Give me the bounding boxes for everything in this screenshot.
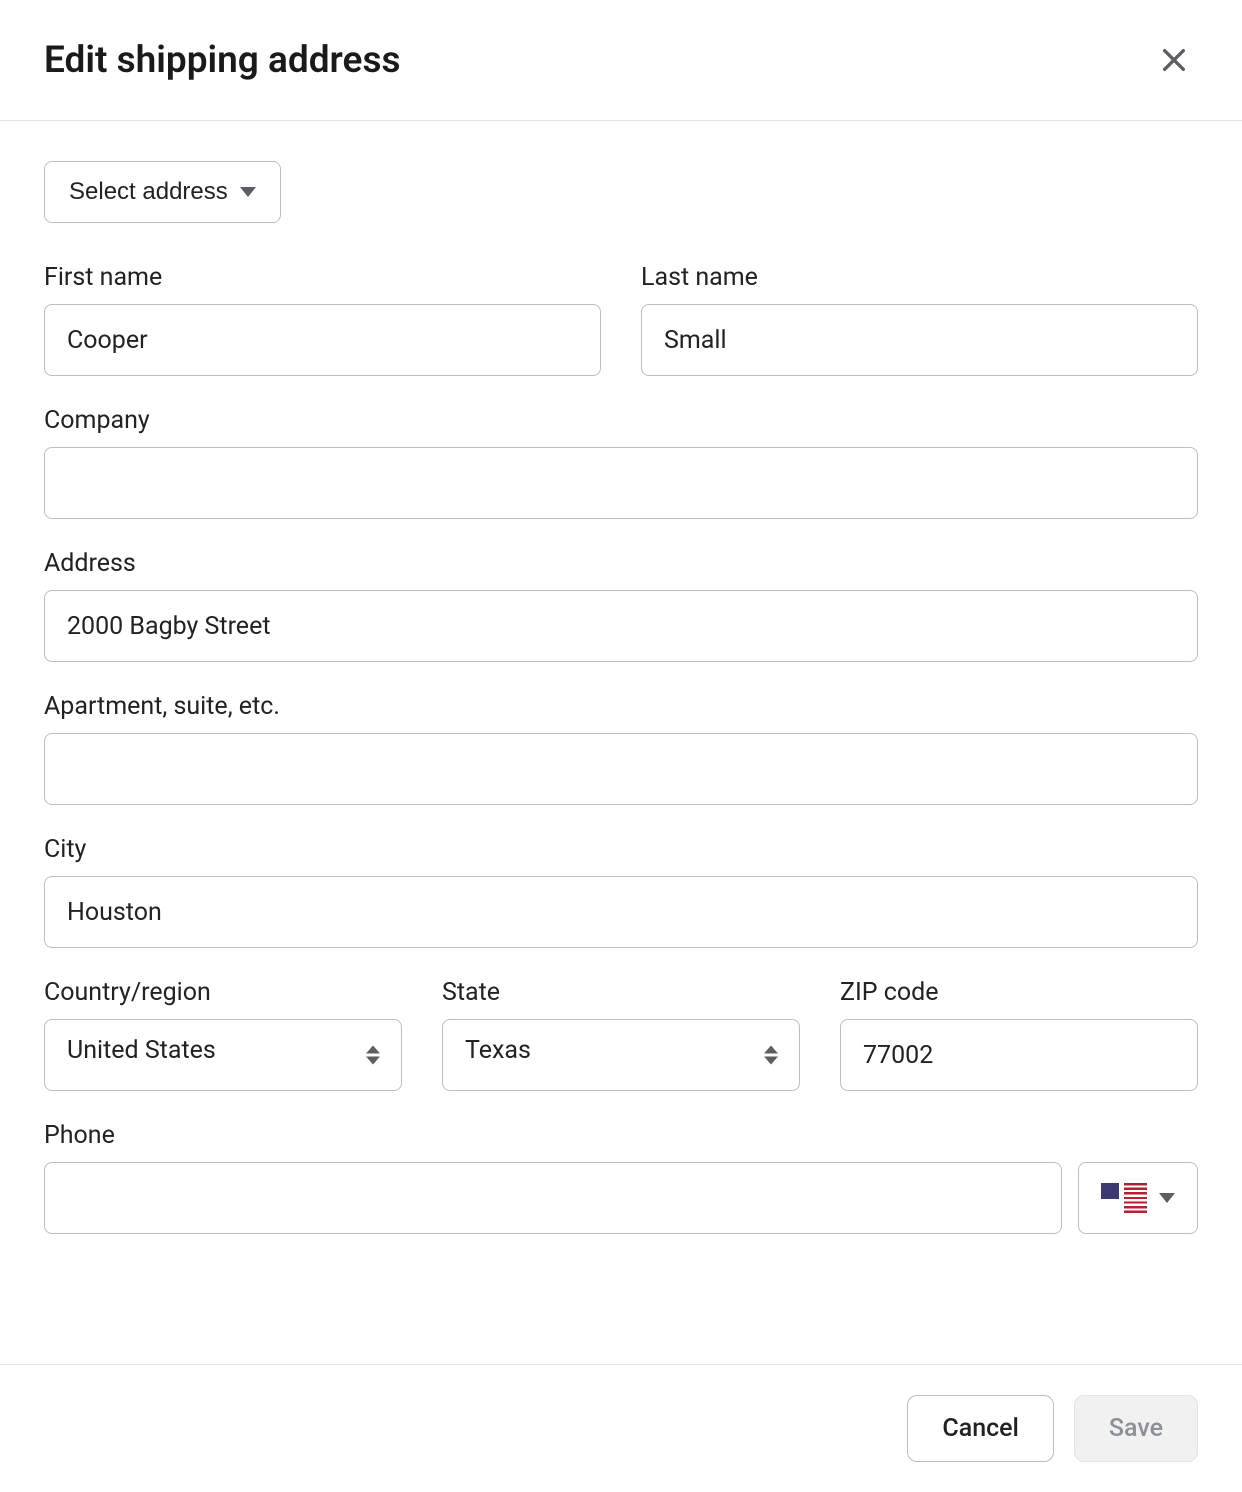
apartment-row: Apartment, suite, etc. <box>44 692 1198 805</box>
region-row: Country/region United States State Texas <box>44 978 1198 1091</box>
first-name-input[interactable] <box>44 304 601 376</box>
select-address-button[interactable]: Select address <box>44 161 281 223</box>
country-select-wrapper: United States <box>44 1019 402 1091</box>
phone-input[interactable] <box>44 1162 1062 1234</box>
city-row: City <box>44 835 1198 948</box>
company-group: Company <box>44 406 1198 519</box>
zip-group: ZIP code <box>840 978 1198 1091</box>
last-name-label: Last name <box>641 263 1198 292</box>
select-address-label: Select address <box>69 178 228 206</box>
modal-footer: Cancel Save <box>0 1364 1242 1492</box>
close-icon <box>1158 44 1190 76</box>
city-group: City <box>44 835 1198 948</box>
first-name-label: First name <box>44 263 601 292</box>
phone-label: Phone <box>44 1121 1198 1150</box>
state-select[interactable]: Texas <box>442 1019 800 1091</box>
company-input[interactable] <box>44 447 1198 519</box>
state-select-wrapper: Texas <box>442 1019 800 1091</box>
city-input[interactable] <box>44 876 1198 948</box>
save-button[interactable]: Save <box>1074 1395 1198 1462</box>
apartment-label: Apartment, suite, etc. <box>44 692 1198 721</box>
last-name-input[interactable] <box>641 304 1198 376</box>
address-label: Address <box>44 549 1198 578</box>
modal-title: Edit shipping address <box>44 39 401 82</box>
modal-header: Edit shipping address <box>0 0 1242 121</box>
country-label: Country/region <box>44 978 402 1007</box>
edit-shipping-address-modal: Edit shipping address Select address Fir… <box>0 0 1242 1492</box>
city-label: City <box>44 835 1198 864</box>
close-button[interactable] <box>1150 36 1198 84</box>
modal-body: Select address First name Last name Comp… <box>0 121 1242 1364</box>
last-name-group: Last name <box>641 263 1198 376</box>
name-row: First name Last name <box>44 263 1198 376</box>
phone-country-button[interactable] <box>1078 1162 1198 1234</box>
company-row: Company <box>44 406 1198 519</box>
country-group: Country/region United States <box>44 978 402 1091</box>
zip-label: ZIP code <box>840 978 1198 1007</box>
first-name-group: First name <box>44 263 601 376</box>
phone-group: Phone <box>44 1121 1198 1234</box>
caret-down-icon <box>240 187 256 197</box>
state-label: State <box>442 978 800 1007</box>
flag-us-icon <box>1101 1183 1147 1213</box>
company-label: Company <box>44 406 1198 435</box>
cancel-button[interactable]: Cancel <box>907 1395 1054 1462</box>
caret-down-icon <box>1159 1193 1175 1203</box>
state-group: State Texas <box>442 978 800 1091</box>
apartment-group: Apartment, suite, etc. <box>44 692 1198 805</box>
zip-input[interactable] <box>840 1019 1198 1091</box>
address-input[interactable] <box>44 590 1198 662</box>
apartment-input[interactable] <box>44 733 1198 805</box>
phone-input-row <box>44 1162 1198 1234</box>
address-group: Address <box>44 549 1198 662</box>
country-select[interactable]: United States <box>44 1019 402 1091</box>
phone-row-wrapper: Phone <box>44 1121 1198 1234</box>
address-row: Address <box>44 549 1198 662</box>
